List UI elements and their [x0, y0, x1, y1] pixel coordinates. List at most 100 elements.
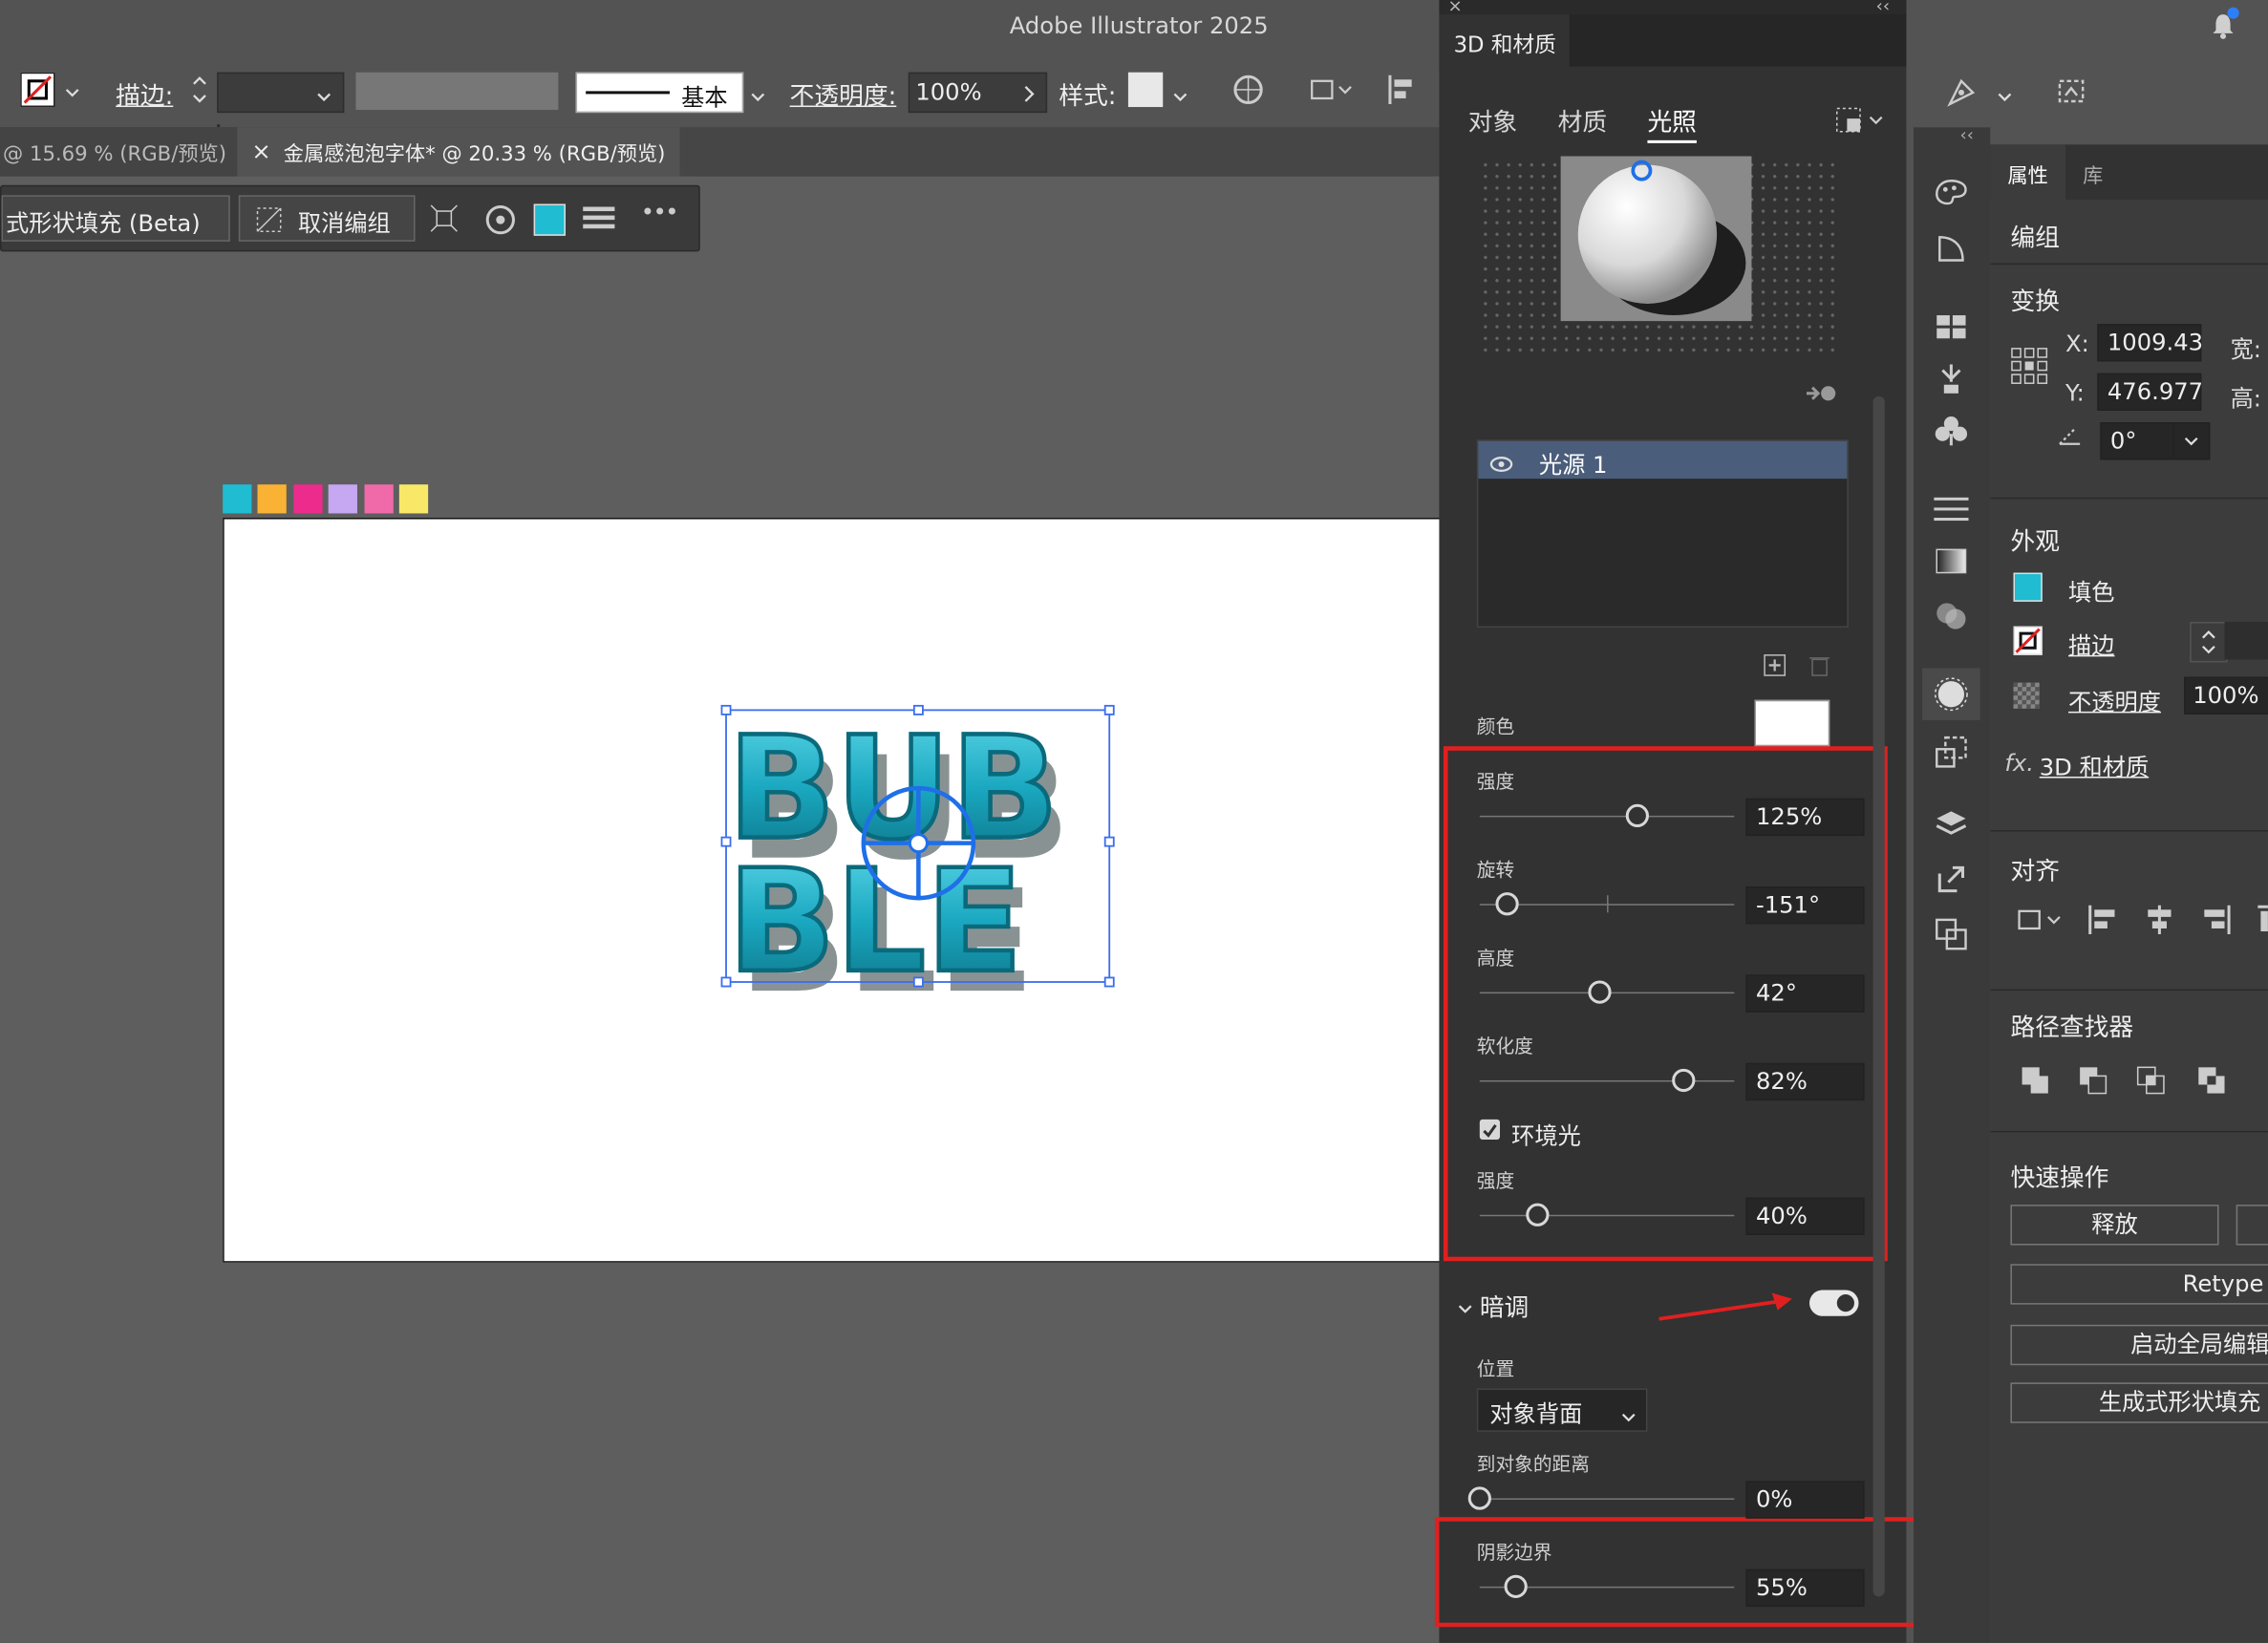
stroke-label[interactable]: 描边:: [116, 75, 173, 111]
intersect-icon[interactable]: [2135, 1064, 2167, 1101]
align-left-icon[interactable]: [1385, 73, 1417, 113]
panel-scrollbar[interactable]: [1872, 157, 1885, 1597]
ungroup-button[interactable]: 取消编组: [238, 195, 416, 242]
tab-object[interactable]: 对象: [1468, 101, 1517, 138]
align-left-icon[interactable]: [2086, 903, 2117, 943]
shadow-bound-slider-knob[interactable]: [1503, 1574, 1528, 1598]
softness-slider-knob[interactable]: [1671, 1068, 1696, 1093]
scrollbar-thumb[interactable]: [1872, 395, 1885, 1597]
puppet-warp-icon[interactable]: [1944, 75, 1979, 116]
graphic-style-swatch[interactable]: [1127, 72, 1164, 108]
artboard[interactable]: BUB BUB BLE BLE: [223, 518, 1443, 1263]
transform-icon[interactable]: [1934, 735, 1968, 775]
intensity-slider-track[interactable]: [1479, 815, 1735, 818]
chevron-down-icon[interactable]: [749, 84, 766, 112]
ambient-checkbox[interactable]: [1479, 1119, 1501, 1141]
chevron-down-icon[interactable]: [1457, 1296, 1474, 1324]
reference-point-icon[interactable]: [2010, 347, 2048, 390]
intensity-slider-knob[interactable]: [1625, 803, 1650, 828]
shadow-bound-value-field[interactable]: 55%: [1745, 1568, 1865, 1608]
global-edit-button[interactable]: 启动全局编辑: [2010, 1324, 2268, 1366]
effect-3d-link[interactable]: 3D 和材质: [2040, 748, 2149, 782]
x-field[interactable]: 1009.43: [2097, 324, 2203, 362]
chevron-down-icon[interactable]: [1171, 84, 1188, 112]
close-icon[interactable]: ×: [251, 138, 270, 165]
fill-color-swatch[interactable]: [533, 203, 566, 236]
recolor-artwork-icon[interactable]: [1232, 74, 1264, 111]
light-list-item[interactable]: 光源 1: [1478, 440, 1848, 480]
align-to-icon[interactable]: [1308, 73, 1354, 113]
stroke-none-swatch[interactable]: [20, 72, 55, 108]
align-top-icon[interactable]: [2257, 903, 2268, 943]
stroke-label[interactable]: 描边: [2068, 627, 2114, 661]
exclude-icon[interactable]: [2195, 1064, 2227, 1101]
color-guide-icon[interactable]: [1934, 177, 1968, 217]
align-center-icon[interactable]: [2144, 903, 2175, 943]
distance-slider-knob[interactable]: [1467, 1486, 1491, 1510]
align-right-icon[interactable]: [2201, 903, 2233, 943]
shadow-section-label[interactable]: 暗调: [1480, 1287, 1529, 1323]
height-value-field[interactable]: 42°: [1745, 974, 1865, 1013]
rotate-field[interactable]: 0°: [2100, 422, 2176, 460]
variable-width-profile[interactable]: [355, 72, 559, 111]
color-swatch[interactable]: [363, 484, 394, 514]
color-swatch[interactable]: [398, 484, 429, 514]
artboards-icon[interactable]: [1934, 917, 1968, 957]
shadow-toggle[interactable]: [1809, 1290, 1859, 1316]
stroke-weight-stepper[interactable]: [189, 73, 209, 113]
retype-button[interactable]: Retype: [2010, 1264, 2268, 1305]
doc-tab-1[interactable]: @ 15.69 % (RGB/预览): [0, 127, 238, 177]
eye-icon[interactable]: [1489, 451, 1513, 479]
chevron-down-icon[interactable]: [315, 84, 332, 112]
doc-tab-2[interactable]: × 金属感泡泡字体* @ 20.33 % (RGB/预览): [237, 127, 680, 177]
layers-icon[interactable]: [1934, 807, 1968, 847]
club-symbols-icon[interactable]: [1934, 414, 1968, 454]
light-color-swatch[interactable]: [1754, 699, 1830, 747]
color-swatch[interactable]: [258, 484, 288, 514]
rotation-value-field[interactable]: -151°: [1745, 886, 1865, 925]
opacity-field[interactable]: 100%: [908, 72, 1048, 114]
tab-libraries[interactable]: 库: [2083, 160, 2103, 189]
softness-slider-track[interactable]: [1479, 1079, 1735, 1082]
collapse-icon[interactable]: ‹‹: [1959, 124, 1974, 144]
opacity-swatch[interactable]: [2013, 682, 2040, 709]
ambient-intensity-slider-track[interactable]: [1479, 1214, 1735, 1217]
trash-icon[interactable]: [1809, 653, 1830, 682]
export-icon[interactable]: [1934, 862, 1968, 902]
stroke-weight-stepper[interactable]: [2190, 622, 2228, 663]
brush-definition[interactable]: 基本: [575, 72, 744, 114]
opacity-field[interactable]: 100%: [2184, 676, 2268, 715]
swatches-icon[interactable]: [1934, 312, 1968, 347]
gradient-icon[interactable]: [1934, 546, 1968, 581]
brushes-icon[interactable]: [1934, 362, 1968, 402]
3d-materials-panel-icon[interactable]: [1922, 668, 1980, 720]
opacity-label[interactable]: 不透明度:: [790, 75, 897, 111]
move-light-behind-icon[interactable]: [1804, 382, 1838, 411]
align-to-selection-icon[interactable]: [2017, 903, 2065, 943]
color-swatch[interactable]: [328, 484, 358, 514]
3d-rotate-widget[interactable]: [861, 785, 976, 901]
release-button[interactable]: 释放: [2010, 1205, 2219, 1246]
ambient-intensity-value-field[interactable]: 40%: [1745, 1197, 1865, 1235]
shadow-position-dropdown[interactable]: 对象背面: [1476, 1388, 1648, 1432]
softness-value-field[interactable]: 82%: [1745, 1062, 1865, 1101]
tab-material[interactable]: 材质: [1558, 101, 1607, 138]
stroke-weight-field[interactable]: [2224, 622, 2268, 660]
lighting-presets-icon[interactable]: [1835, 107, 1884, 139]
bubble-artwork[interactable]: BUB BUB BLE BLE: [716, 701, 1135, 999]
tab-lighting[interactable]: 光照: [1647, 101, 1697, 143]
unite-icon[interactable]: [2020, 1064, 2051, 1101]
rotate-dropdown[interactable]: [2172, 422, 2211, 460]
height-slider-knob[interactable]: [1587, 980, 1612, 1004]
distance-value-field[interactable]: 0%: [1745, 1481, 1865, 1519]
opacity-label[interactable]: 不透明度: [2068, 683, 2161, 717]
canvas-area[interactable]: 式形状填充 (Beta) 取消编组 ••• BUB BUB BLE BLE: [0, 176, 1443, 1643]
gradient-wedge-icon[interactable]: [1934, 231, 1968, 271]
distance-slider-track[interactable]: [1479, 1498, 1735, 1501]
chevron-right-icon[interactable]: [1022, 82, 1037, 110]
generative-shape-fill-button[interactable]: 生成式形状填充: [2010, 1382, 2268, 1423]
add-light-icon[interactable]: [1764, 653, 1787, 682]
more-options-icon[interactable]: •••: [641, 198, 679, 225]
fill-swatch[interactable]: [2013, 572, 2043, 602]
generative-fill-button[interactable]: 式形状填充 (Beta): [1, 195, 230, 242]
